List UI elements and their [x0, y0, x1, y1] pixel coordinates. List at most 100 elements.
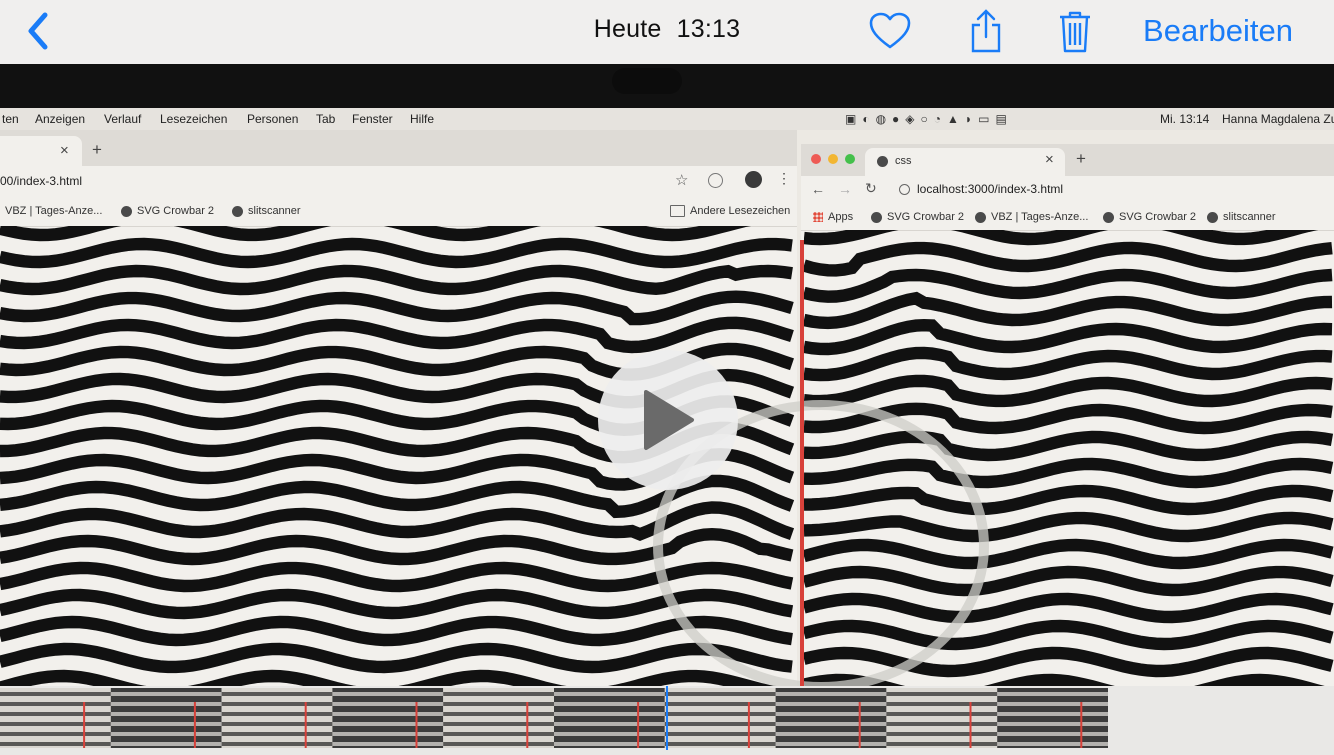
heart-icon: [869, 12, 911, 49]
title-time: 13:13: [676, 15, 741, 43]
favorite-button[interactable]: [866, 8, 914, 54]
delete-button[interactable]: [1055, 8, 1095, 54]
timeline-thumbnail: [997, 688, 1108, 748]
globe-icon: [1207, 211, 1218, 223]
right-address-bar: ← → ↻ localhost:3000/index-3.html: [801, 176, 1334, 204]
minimize-window-icon: [828, 154, 838, 164]
globe-icon: [975, 211, 986, 223]
avatar: [745, 171, 762, 188]
bookmark-item: SVG Crowbar 2: [1103, 211, 1196, 223]
bookmark-item: VBZ | Tages-Anze...: [5, 205, 103, 217]
tab-close-icon: ×: [60, 142, 69, 159]
globe-icon: [1103, 211, 1114, 223]
red-divider-line: [800, 240, 804, 686]
wave-stripe: [804, 346, 1333, 382]
wave-stripe: [0, 615, 793, 647]
play-icon: [644, 390, 694, 450]
tab-close-icon: ×: [1045, 151, 1054, 168]
menubar-user: Hanna Magdalena Zu: [1222, 112, 1334, 126]
right-url: localhost:3000/index-3.html: [917, 182, 1064, 196]
close-window-icon: [811, 154, 821, 164]
video-frame[interactable]: ten Anzeigen Verlauf Lesezeichen Persone…: [0, 64, 1334, 686]
wave-stripe: [804, 318, 1333, 356]
new-tab-icon: +: [1076, 149, 1086, 168]
edit-button[interactable]: Bearbeiten: [1143, 13, 1293, 49]
bookmark-item: slitscanner: [1207, 211, 1276, 223]
timeline-thumbnail: [664, 688, 776, 748]
share-icon: [971, 9, 1001, 53]
wave-stripe: [804, 374, 1333, 408]
right-browser-window: css × + ← → ↻ localhost:3000/index-3.htm…: [653, 144, 1334, 686]
left-url: 00/index-3.html: [0, 174, 83, 188]
share-button[interactable]: [966, 8, 1006, 54]
left-address-bar: 00/index-3.html ☆ ⋮: [0, 166, 797, 198]
bookmark-item: VBZ | Tages-Anze...: [975, 211, 1088, 223]
info-icon: [899, 184, 910, 195]
bookmark-item: SVG Crowbar 2: [871, 211, 964, 223]
right-bookmarks-bar: Apps SVG Crowbar 2 VBZ | Tages-Anze... S…: [801, 204, 1334, 231]
star-icon: ☆: [675, 172, 689, 189]
right-tab-title: css: [895, 155, 912, 167]
right-tab-bar: css × +: [801, 144, 1334, 176]
new-tab-icon: +: [92, 140, 102, 159]
bookmark-item: slitscanner: [232, 205, 301, 217]
title-day: Heute: [593, 15, 662, 43]
folder-icon: [670, 205, 685, 217]
back-button[interactable]: [18, 8, 58, 54]
timeline-thumbnail: [554, 688, 665, 748]
top-navigation-bar: Heute 13:13 Bearbeiten: [0, 0, 1334, 64]
bookmark-item: Andere Lesezeichen: [670, 205, 790, 217]
timeline-thumbnail: [221, 688, 333, 748]
camera-notch: [612, 68, 682, 94]
wave-stripe: [0, 316, 794, 354]
menu-dots-icon: ⋮: [777, 170, 791, 186]
menu-item: Lesezeichen: [160, 112, 228, 126]
reload-icon: ↻: [865, 180, 877, 196]
nav-back-icon: ←: [811, 181, 825, 197]
menubar-clock: Mi. 13:14: [1160, 112, 1210, 126]
timeline-thumbnail: [886, 688, 998, 748]
timeline-thumbnail: [775, 688, 887, 748]
wave-stripe: [0, 264, 793, 296]
menu-item: Verlauf: [104, 112, 142, 126]
menu-item: ten: [2, 112, 19, 126]
play-button[interactable]: [598, 350, 738, 490]
left-tab: ×: [0, 136, 82, 166]
extension-icon: [708, 173, 723, 188]
chevron-left-icon: [28, 12, 48, 50]
wave-stripe: [804, 230, 1319, 246]
menu-item: Tab: [316, 112, 336, 126]
globe-icon: [232, 205, 243, 217]
wave-stripe: [0, 642, 793, 674]
timeline-frames[interactable]: [0, 686, 1334, 750]
globe-icon: [121, 205, 132, 217]
wave-stripe: [0, 669, 777, 686]
timeline-playhead[interactable]: [666, 686, 668, 750]
bookmark-item: Apps: [813, 211, 853, 223]
wave-stripe: [0, 226, 752, 242]
timeline-thumbnail: [443, 688, 554, 748]
wave-stripe: [804, 241, 1333, 277]
status-icons: ▣◐◍●◈○◔▲◗▭▤: [845, 112, 1013, 126]
nav-forward-icon: →: [838, 181, 852, 197]
timeline-scrubber[interactable]: [0, 686, 1334, 750]
timeline-thumbnail: [110, 688, 222, 748]
wave-stripe: [804, 268, 1333, 303]
wave-stripe: [804, 291, 1333, 330]
globe-icon: [877, 156, 888, 167]
mac-menubar: ten Anzeigen Verlauf Lesezeichen Persone…: [0, 108, 1334, 130]
wave-stripe: [0, 290, 794, 326]
wave-stripe: [0, 237, 793, 269]
laptop-bezel: [0, 64, 1334, 109]
left-tab-bar: × +: [0, 130, 797, 166]
bookmark-item: SVG Crowbar 2: [121, 205, 214, 217]
menu-item: Anzeigen: [35, 112, 86, 126]
page-title: Heute 13:13: [0, 15, 1334, 44]
timeline-thumbnail: [332, 688, 444, 748]
menu-item: Hilfe: [410, 112, 435, 126]
left-bookmarks-bar: VBZ | Tages-Anze... SVG Crowbar 2 slitsc…: [0, 198, 797, 227]
menu-item: Personen: [247, 112, 299, 126]
trash-icon: [1060, 11, 1090, 53]
globe-icon: [871, 211, 882, 223]
menu-item: Fenster: [352, 112, 393, 126]
